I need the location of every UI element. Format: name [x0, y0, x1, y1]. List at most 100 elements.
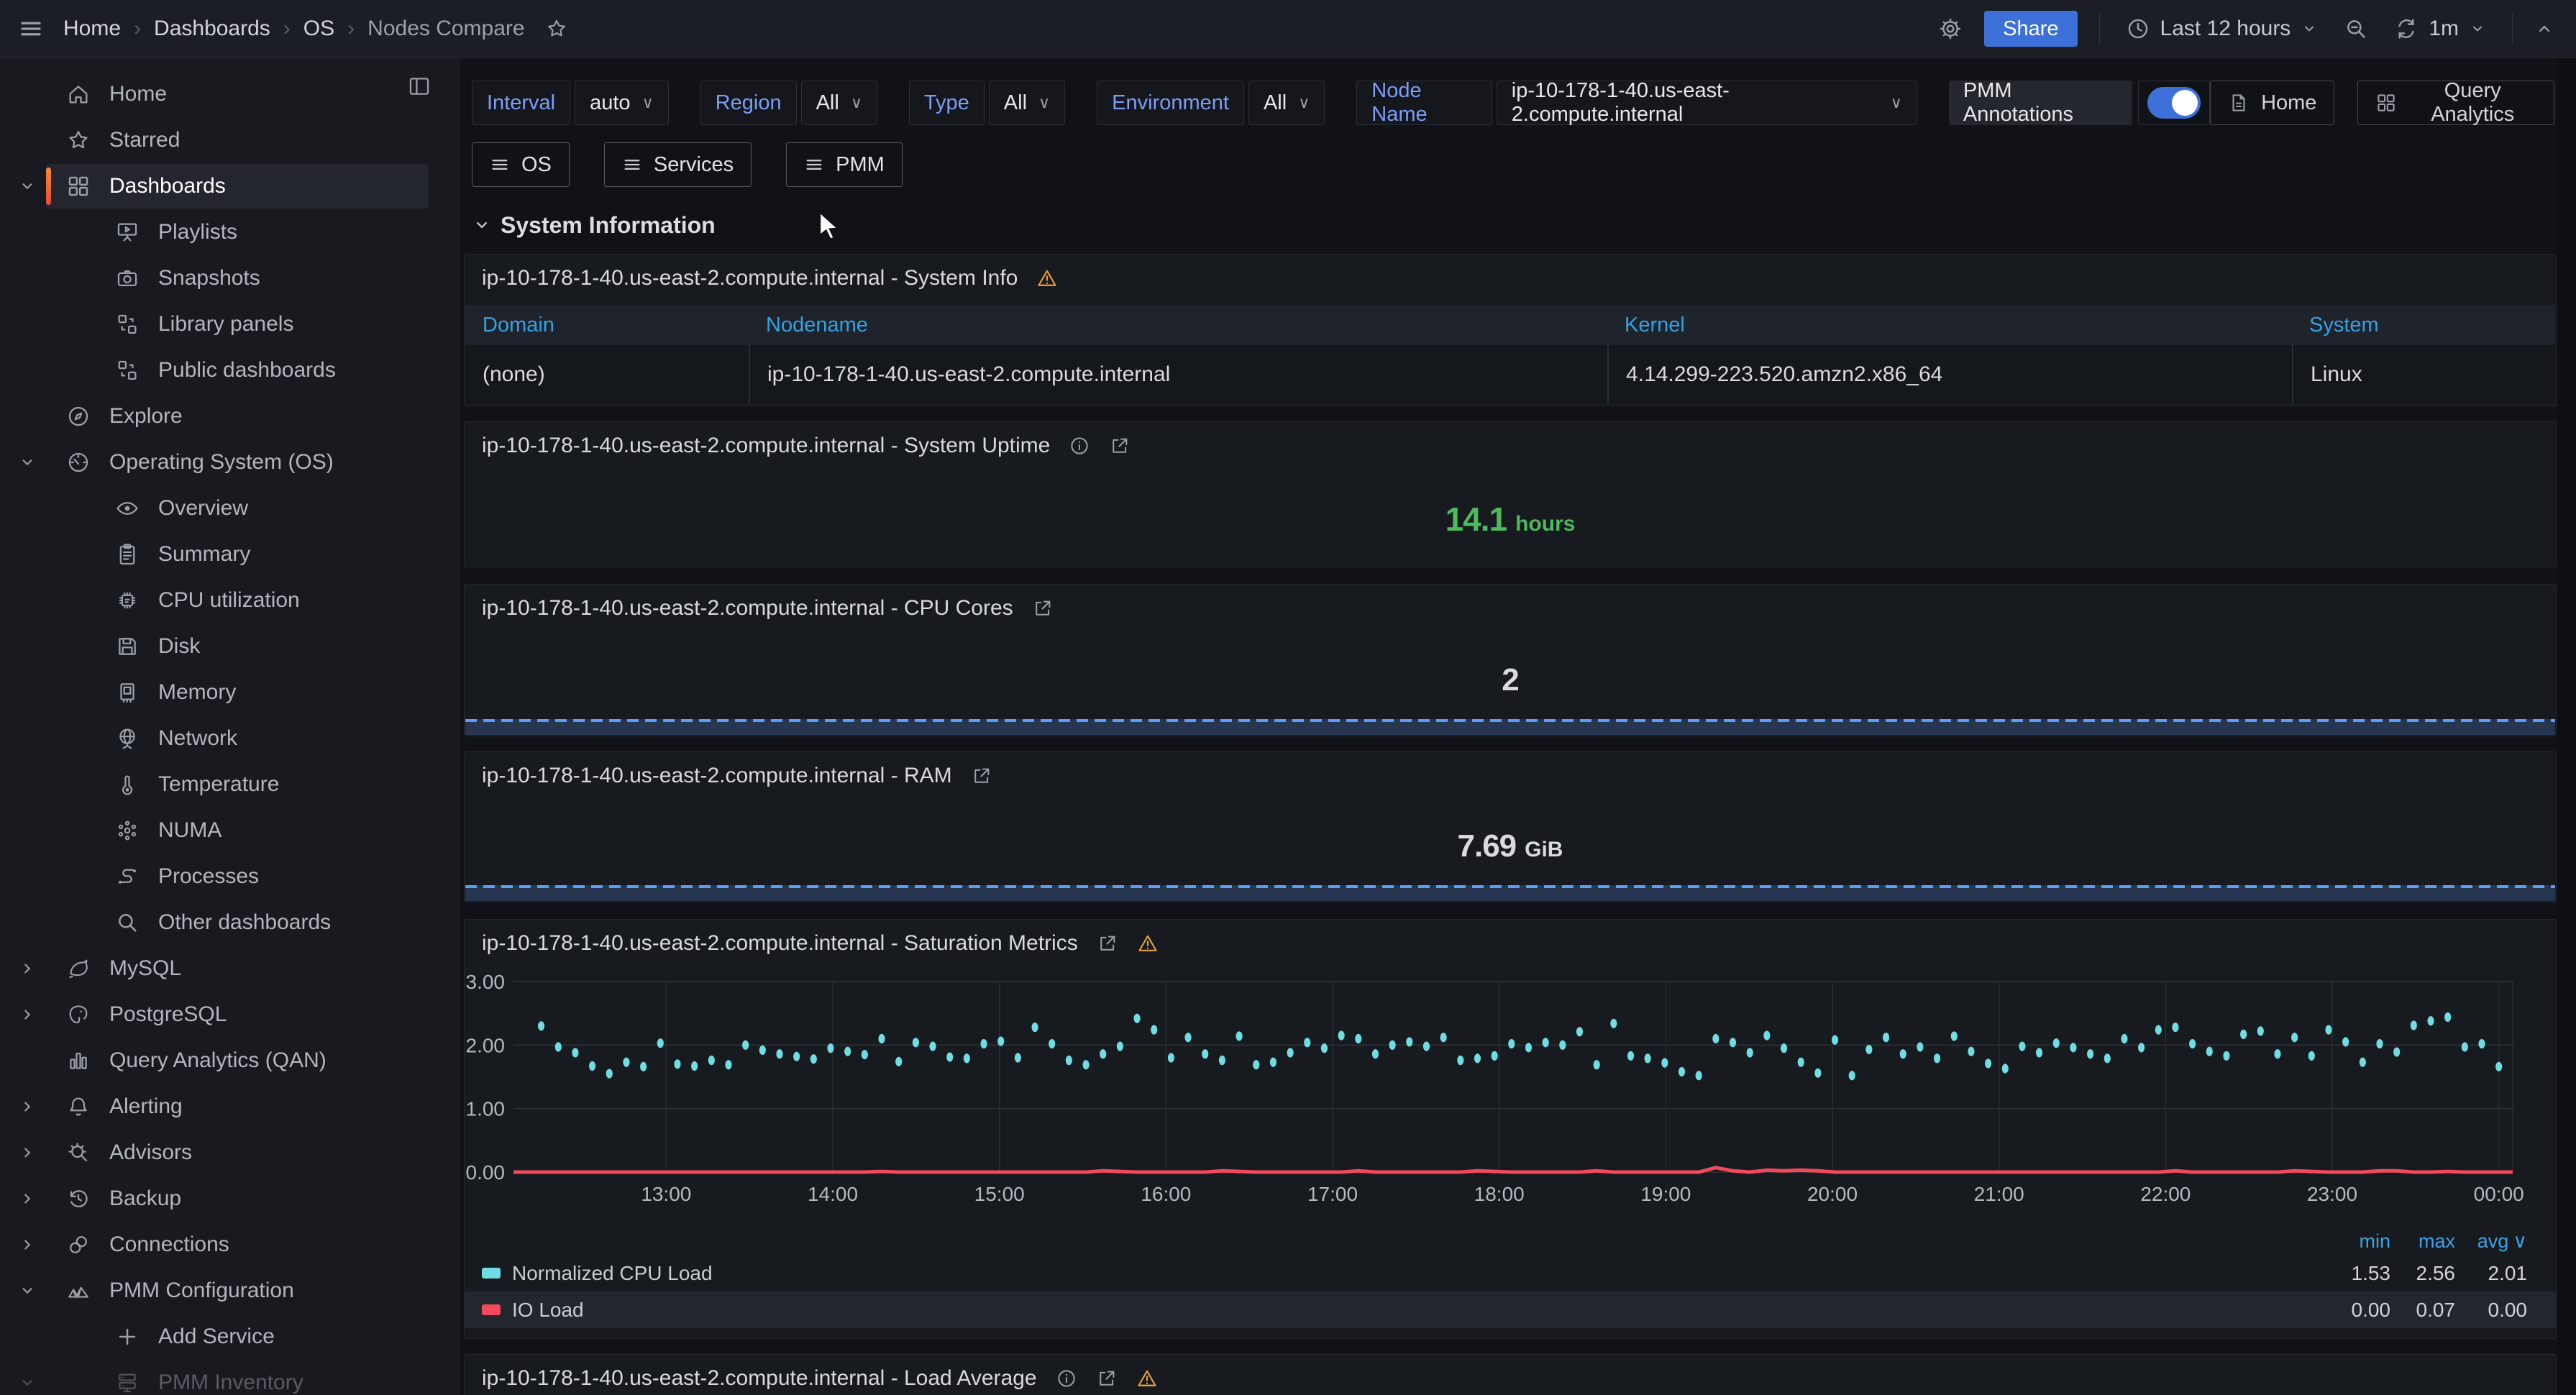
pmm-annotations-toggle[interactable] [2138, 81, 2210, 125]
sidebar-item-processes[interactable]: Processes [0, 854, 460, 900]
scrollbar-gutter[interactable] [2557, 58, 2576, 1395]
filter-region: RegionAll∨ [700, 81, 877, 125]
filter-label-interval[interactable]: Interval [472, 81, 570, 125]
dashboard-settings-gear-icon[interactable] [1938, 17, 1963, 41]
panel-system-uptime-header[interactable]: ip-10-178-1-40.us-east-2.compute.interna… [465, 422, 2556, 458]
filter-value-environment[interactable]: All∨ [1248, 81, 1325, 125]
warning-icon[interactable] [1136, 1368, 1158, 1389]
filter-label-node-name[interactable]: Node Name [1356, 81, 1492, 125]
panel-cpu-cores-header[interactable]: ip-10-178-1-40.us-east-2.compute.interna… [465, 585, 2556, 621]
sidebar-item-summary[interactable]: Summary [0, 531, 460, 577]
sidebar-chevron[interactable] [13, 177, 42, 196]
filter-label-region[interactable]: Region [700, 81, 797, 125]
quick-link-os[interactable]: OS [472, 142, 570, 187]
sidebar-item-backup[interactable]: Backup [0, 1176, 460, 1222]
sidebar-item-add-service[interactable]: Add Service [0, 1314, 460, 1360]
sidebar-item-starred[interactable]: Starred [0, 117, 460, 163]
external-link-icon[interactable] [1109, 435, 1131, 457]
sidebar-chevron[interactable] [13, 1143, 42, 1162]
data-point [1372, 1049, 1379, 1058]
sidebar-item-advisors[interactable]: Advisors [0, 1130, 460, 1176]
sidebar-item-pmm-inventory[interactable]: PMM Inventory [0, 1360, 460, 1395]
column-header-kernel[interactable]: Kernel [1607, 314, 2292, 337]
sidebar-item-dashboards[interactable]: Dashboards [0, 163, 460, 209]
sidebar-item-temperature[interactable]: Temperature [0, 761, 460, 808]
panel-system-info-header[interactable]: ip-10-178-1-40.us-east-2.compute.interna… [465, 255, 2556, 291]
column-header-domain[interactable]: Domain [465, 314, 749, 337]
axis-tick-label: 23:00 [2307, 1183, 2357, 1205]
sidebar-chevron[interactable] [13, 1097, 42, 1116]
share-button[interactable]: Share [1984, 11, 2077, 47]
info-icon[interactable] [1056, 1368, 1077, 1389]
legend-sort-max[interactable]: max [2390, 1230, 2455, 1253]
breadcrumb-item-nodes-compare[interactable]: Nodes Compare [367, 17, 524, 41]
sidebar-item-numa[interactable]: NUMA [0, 808, 460, 854]
sidebar-chevron[interactable] [13, 959, 42, 978]
zoom-out-time-icon[interactable] [2344, 17, 2368, 41]
sidebar-item-overview[interactable]: Overview [0, 485, 460, 531]
filter-value-region[interactable]: All∨ [801, 81, 877, 125]
sidebar-item-memory[interactable]: Memory [0, 669, 460, 715]
sidebar-chevron[interactable] [13, 1005, 42, 1024]
external-link-icon[interactable] [1097, 933, 1118, 954]
sidebar-item-snapshots[interactable]: Snapshots [0, 255, 460, 301]
sidebar-chevron[interactable] [13, 453, 42, 472]
quick-link-services[interactable]: Services [604, 142, 752, 187]
query-analytics-button[interactable]: Query Analytics [2357, 81, 2554, 125]
warning-icon[interactable] [1137, 933, 1159, 954]
warning-icon[interactable] [1036, 267, 1058, 289]
time-range-picker[interactable]: Last 12 hours [2121, 16, 2323, 42]
panel-load-average-header[interactable]: ip-10-178-1-40.us-east-2.compute.interna… [465, 1355, 2556, 1391]
saturation-chart[interactable]: 0.001.002.003.0013:0014:0015:0016:0017:0… [465, 961, 2557, 1217]
filter-value-type[interactable]: All∨ [989, 81, 1065, 125]
sidebar-item-pmm-configuration[interactable]: PMM Configuration [0, 1268, 460, 1314]
sidebar-item-disk[interactable]: Disk [0, 623, 460, 669]
external-link-icon[interactable] [971, 765, 992, 787]
quick-link-pmm[interactable]: PMM [786, 142, 903, 187]
breadcrumb-item-os[interactable]: OS [303, 17, 334, 41]
sidebar-item-network[interactable]: Network [0, 715, 460, 761]
panel-ram-header[interactable]: ip-10-178-1-40.us-east-2.compute.interna… [465, 752, 2556, 788]
sidebar-item-postgresql[interactable]: PostgreSQL [0, 992, 460, 1038]
column-header-nodename[interactable]: Nodename [749, 314, 1607, 337]
sidebar-chevron[interactable] [13, 1373, 42, 1392]
sidebar-chevron[interactable] [13, 1189, 42, 1208]
sidebar-item-alerting[interactable]: Alerting [0, 1084, 460, 1130]
hamburger-menu-icon[interactable] [19, 17, 43, 41]
filter-value-interval[interactable]: auto∨ [575, 81, 669, 125]
legend-row-io-load[interactable]: IO Load0.000.070.00 [465, 1291, 2556, 1328]
sidebar-item-playlists[interactable]: Playlists [0, 209, 460, 255]
sidebar-item-query-analytics-qan[interactable]: Query Analytics (QAN) [0, 1038, 460, 1084]
panel-saturation-header[interactable]: ip-10-178-1-40.us-east-2.compute.interna… [465, 920, 2556, 956]
filter-value-node-name[interactable]: ip-10-178-1-40.us-east-2.compute.interna… [1497, 81, 1917, 125]
legend-sort-avg[interactable]: avg∨ [2455, 1230, 2527, 1253]
sidebar-item-other-dashboards[interactable]: Other dashboards [0, 900, 460, 946]
sidebar-item-library-panels[interactable]: Library panels [0, 301, 460, 347]
legend-row-normalized-cpu-load[interactable]: Normalized CPU Load1.532.562.01 [465, 1255, 2556, 1291]
sidebar-item-public-dashboards[interactable]: Public dashboards [0, 347, 460, 393]
info-icon[interactable] [1069, 435, 1090, 457]
sidebar-item-home[interactable]: Home [0, 71, 460, 117]
sidebar-item-cpu-utilization[interactable]: CPU utilization [0, 577, 460, 623]
filter-label-type[interactable]: Type [909, 81, 985, 125]
section-system-information[interactable]: System Information [472, 209, 716, 241]
filter-label-environment[interactable]: Environment [1097, 81, 1244, 125]
external-link-icon[interactable] [1096, 1368, 1118, 1389]
refresh-picker[interactable]: 1m [2390, 16, 2490, 42]
kiosk-caret-up-icon[interactable] [2534, 19, 2554, 39]
apps-icon [66, 174, 91, 198]
sidebar-item-label: Network [158, 726, 237, 751]
sidebar-item-connections[interactable]: Connections [0, 1222, 460, 1268]
home-dashboard-button[interactable]: Home [2210, 81, 2334, 125]
sidebar-item-explore[interactable]: Explore [0, 393, 460, 439]
breadcrumb-item-dashboards[interactable]: Dashboards [154, 17, 270, 41]
legend-sort-min[interactable]: min [2326, 1230, 2390, 1253]
sidebar-chevron[interactable] [13, 1235, 42, 1254]
favorite-star-icon[interactable] [545, 17, 568, 40]
sidebar-chevron[interactable] [13, 1281, 42, 1300]
external-link-icon[interactable] [1032, 598, 1054, 619]
breadcrumb-item-home[interactable]: Home [63, 17, 121, 41]
column-header-system[interactable]: System [2292, 314, 2555, 337]
sidebar-item-operating-system-os[interactable]: Operating System (OS) [0, 439, 460, 485]
sidebar-item-mysql[interactable]: MySQL [0, 946, 460, 992]
